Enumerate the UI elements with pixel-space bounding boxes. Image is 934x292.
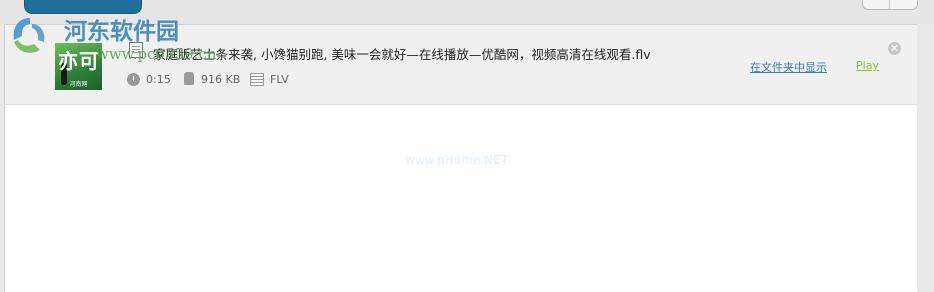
faint-watermark: www.pHome.NET xyxy=(405,153,508,167)
scrollbar[interactable] xyxy=(917,24,934,291)
thumbnail-caption: 河南网 xyxy=(69,81,88,88)
clock-icon xyxy=(127,73,140,86)
weight-icon xyxy=(184,72,194,85)
play-link[interactable]: Play xyxy=(856,59,879,72)
show-in-folder-link[interactable]: 在文件夹中显示 xyxy=(750,59,827,75)
download-list: 亦可 河南网 家庭版艺士条来袭, 小馋猫别跑, 美味一会就好—在线播放—优酷网，… xyxy=(4,24,919,292)
window-controls[interactable] xyxy=(862,0,918,10)
file-title: 家庭版艺士条来袭, 小馋猫别跑, 美味一会就好—在线播放—优酷网，视频高清在线观… xyxy=(153,47,651,62)
watermark-logo-icon xyxy=(13,18,45,53)
watermark-url: www.pc0359.cn xyxy=(96,45,217,63)
watermark-title: 河东软件园 xyxy=(64,18,179,45)
duration-label: 0:15 xyxy=(146,73,171,86)
file-size-label: 916 KB xyxy=(201,73,241,86)
video-thumbnail[interactable]: 亦可 河南网 xyxy=(55,43,102,90)
close-icon[interactable]: × xyxy=(888,42,901,55)
format-label: FLV xyxy=(270,73,289,86)
thumbnail-text: 亦可 xyxy=(58,49,100,73)
film-icon xyxy=(250,73,264,86)
